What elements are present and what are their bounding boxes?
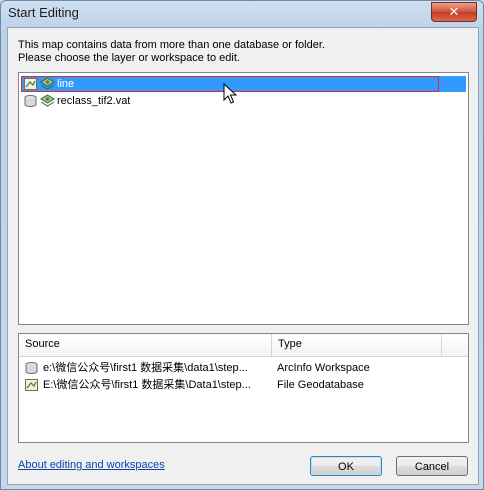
database-icon [24,95,37,107]
start-editing-dialog: Start Editing ✕ This map contains data f… [0,0,484,490]
arcinfo-workspace-icon [24,78,37,90]
column-header-source[interactable]: Source [19,334,272,356]
layer-item-line[interactable]: line [19,76,468,92]
database-icon [25,362,38,374]
layer-tree[interactable]: line reclass_tif2.vat [18,72,469,325]
title-bar[interactable]: Start Editing ✕ [1,1,483,25]
layer-label: reclass_tif2.vat [57,95,131,107]
geodatabase-icon [25,379,38,391]
instructions: This map contains data from more than on… [18,39,468,65]
list-row[interactable]: E:\微信公众号\first1 数据采集\Data1\step... File … [19,377,468,394]
layer-label: line [57,78,75,90]
help-link[interactable]: About editing and workspaces [18,459,165,471]
workspace-list[interactable]: Source Type e:\微信公众号\first1 数据采集\data1\s… [18,333,469,443]
source-cell: e:\微信公众号\first1 数据采集\data1\step... [43,362,248,374]
column-header-type[interactable]: Type [272,334,442,356]
mouse-pointer-icon [223,83,237,104]
layer-icon [40,77,55,90]
layer-item-reclass[interactable]: reclass_tif2.vat [19,93,468,109]
ok-button[interactable]: OK [310,456,382,476]
close-icon: ✕ [448,4,460,19]
selection-highlight-extension [439,76,466,92]
window-title: Start Editing [8,5,79,20]
cancel-button[interactable]: Cancel [396,456,468,476]
type-cell: ArcInfo Workspace [277,362,370,374]
close-button[interactable]: ✕ [431,2,477,22]
instructions-line-1: This map contains data from more than on… [18,39,325,51]
instructions-line-2: Please choose the layer or workspace to … [18,52,240,64]
dialog-body: This map contains data from more than on… [7,27,479,485]
list-row[interactable]: e:\微信公众号\first1 数据采集\data1\step... ArcIn… [19,360,468,377]
list-header: Source Type [19,334,468,357]
source-cell: E:\微信公众号\first1 数据采集\Data1\step... [43,379,251,391]
type-cell: File Geodatabase [277,379,364,391]
layer-icon [40,94,55,107]
